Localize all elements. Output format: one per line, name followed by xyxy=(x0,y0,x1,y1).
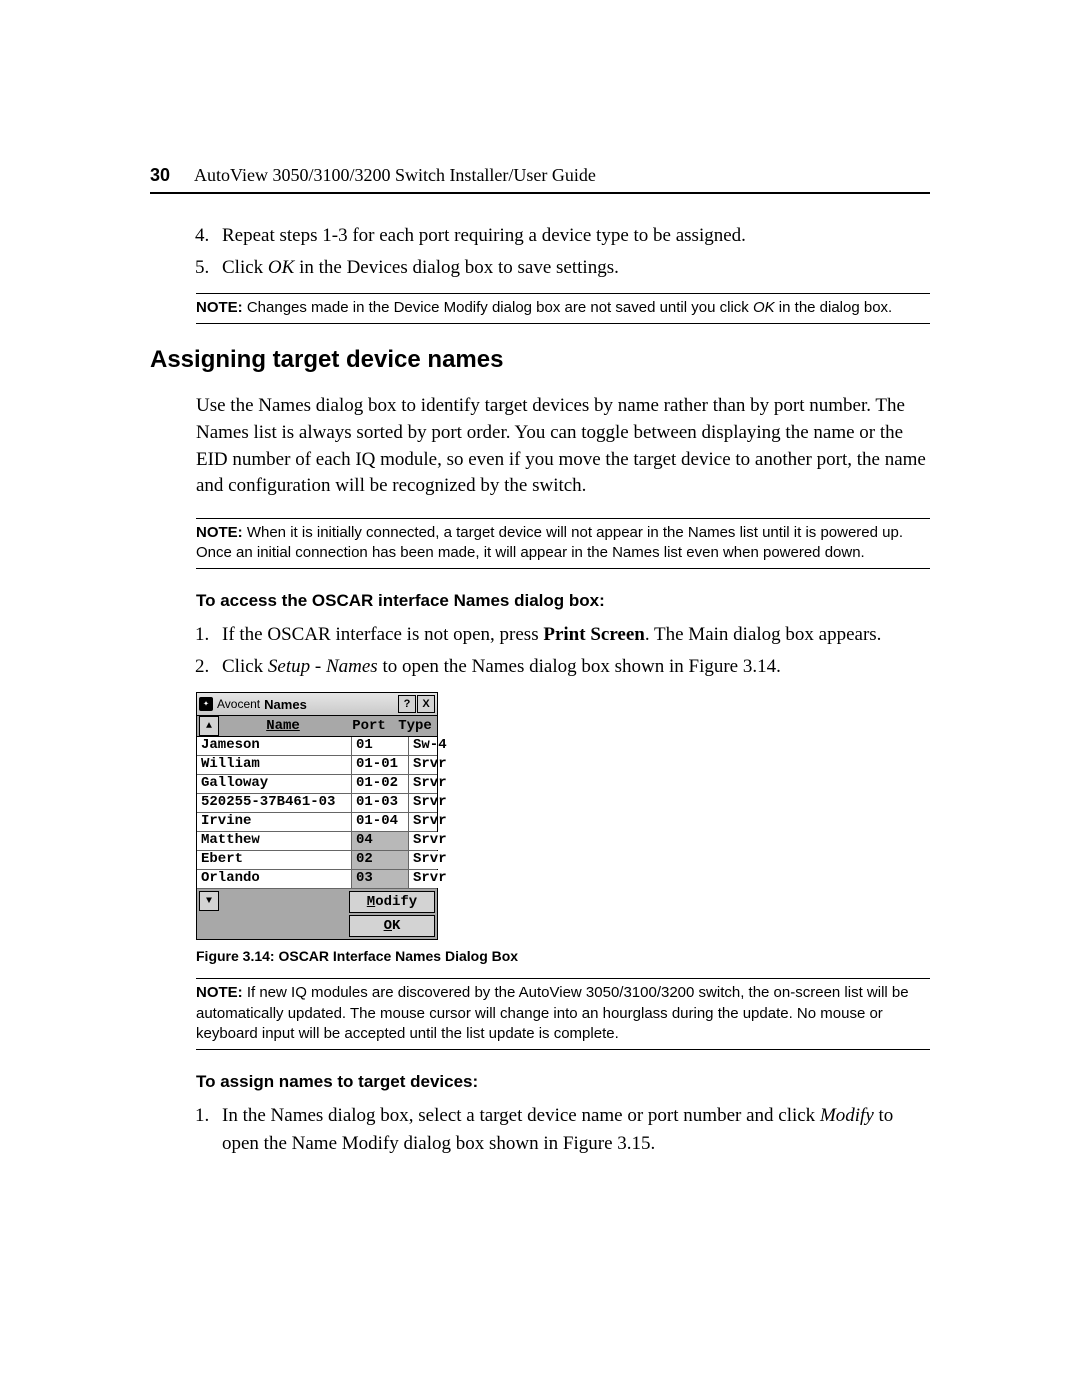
cell-name: Irvine xyxy=(197,813,352,831)
cell-port: 02 xyxy=(352,851,409,869)
cell-type: Srvr xyxy=(409,794,459,812)
cell-port: 04 xyxy=(352,832,409,850)
table-row[interactable]: Irvine01-04Srvr xyxy=(197,813,437,832)
note-label: NOTE: xyxy=(196,299,243,316)
note-iq-modules: NOTE: If new IQ modules are discovered b… xyxy=(196,978,930,1050)
cell-name: 520255-37B461-03 xyxy=(197,794,352,812)
names-dialog: ✦ Avocent Names ? X ▲ Name Port Type Jam… xyxy=(196,692,438,940)
cell-name: Ebert xyxy=(197,851,352,869)
step-4: Repeat steps 1-3 for each port requiring… xyxy=(214,222,930,250)
cell-port: 01 xyxy=(352,737,409,755)
access-heading: To access the OSCAR interface Names dial… xyxy=(196,591,930,611)
cell-port: 03 xyxy=(352,870,409,888)
dialog-title: Names xyxy=(264,697,397,712)
table-row[interactable]: Orlando03Srvr xyxy=(197,870,437,889)
page-number: 30 xyxy=(150,165,170,186)
access-steps: If the OSCAR interface is not open, pres… xyxy=(150,621,930,680)
brand-icon: ✦ xyxy=(199,697,213,711)
figure-caption: Figure 3.14: OSCAR Interface Names Dialo… xyxy=(196,948,930,964)
sort-down-button[interactable]: ▼ xyxy=(199,891,219,911)
document-page: 30 AutoView 3050/3100/3200 Switch Instal… xyxy=(0,0,1080,1397)
cell-type: Srvr xyxy=(409,813,459,831)
cell-type: Srvr xyxy=(409,870,459,888)
table-row[interactable]: Matthew04Srvr xyxy=(197,832,437,851)
access-step-1: If the OSCAR interface is not open, pres… xyxy=(214,621,930,649)
cell-type: Srvr xyxy=(409,756,459,774)
ok-button[interactable]: OK xyxy=(349,915,435,937)
names-dialog-figure: ✦ Avocent Names ? X ▲ Name Port Type Jam… xyxy=(196,692,930,940)
cell-type: Srvr xyxy=(409,851,459,869)
cell-name: William xyxy=(197,756,352,774)
cell-type: Sw-4 xyxy=(409,737,459,755)
cell-port: 01-02 xyxy=(352,775,409,793)
table-row[interactable]: William01-01Srvr xyxy=(197,756,437,775)
column-type-header[interactable]: Type xyxy=(393,718,437,734)
sort-up-button[interactable]: ▲ xyxy=(199,716,219,736)
guide-title: AutoView 3050/3100/3200 Switch Installer… xyxy=(194,165,596,186)
cell-name: Matthew xyxy=(197,832,352,850)
help-button[interactable]: ? xyxy=(398,695,416,713)
column-name-header[interactable]: Name xyxy=(221,718,345,734)
page-header: 30 AutoView 3050/3100/3200 Switch Instal… xyxy=(150,165,930,194)
cell-type: Srvr xyxy=(409,832,459,850)
cell-port: 01-01 xyxy=(352,756,409,774)
note-label: NOTE: xyxy=(196,524,243,541)
dialog-titlebar: ✦ Avocent Names ? X xyxy=(197,693,437,716)
table-row[interactable]: 520255-37B461-0301-03Srvr xyxy=(197,794,437,813)
note-initial-connection: NOTE: When it is initially connected, a … xyxy=(196,518,930,570)
column-header-row: ▲ Name Port Type xyxy=(197,716,437,737)
brand-text: Avocent xyxy=(217,697,260,711)
continuation-steps: Repeat steps 1-3 for each port requiring… xyxy=(150,222,930,281)
step-5: Click OK in the Devices dialog box to sa… xyxy=(214,254,930,282)
column-port-header[interactable]: Port xyxy=(345,718,393,734)
note-device-modify: NOTE: Changes made in the Device Modify … xyxy=(196,293,930,324)
cell-port: 01-03 xyxy=(352,794,409,812)
table-row[interactable]: Jameson01Sw-4 xyxy=(197,737,437,756)
cell-name: Galloway xyxy=(197,775,352,793)
table-row[interactable]: Ebert02Srvr xyxy=(197,851,437,870)
access-step-2: Click Setup - Names to open the Names di… xyxy=(214,653,930,681)
cell-port: 01-04 xyxy=(352,813,409,831)
note-label: NOTE: xyxy=(196,984,243,1001)
assign-steps: In the Names dialog box, select a target… xyxy=(150,1102,930,1157)
assign-step-1: In the Names dialog box, select a target… xyxy=(214,1102,930,1157)
close-button[interactable]: X xyxy=(417,695,435,713)
cell-type: Srvr xyxy=(409,775,459,793)
dialog-footer: ▼ Modify OK xyxy=(197,889,437,939)
dialog-rows: Jameson01Sw-4William01-01SrvrGalloway01-… xyxy=(197,737,437,889)
assign-heading: To assign names to target devices: xyxy=(196,1072,930,1092)
cell-name: Jameson xyxy=(197,737,352,755)
table-row[interactable]: Galloway01-02Srvr xyxy=(197,775,437,794)
modify-button[interactable]: Modify xyxy=(349,891,435,913)
cell-name: Orlando xyxy=(197,870,352,888)
section-paragraph: Use the Names dialog box to identify tar… xyxy=(196,393,930,499)
section-heading: Assigning target device names xyxy=(150,346,930,374)
